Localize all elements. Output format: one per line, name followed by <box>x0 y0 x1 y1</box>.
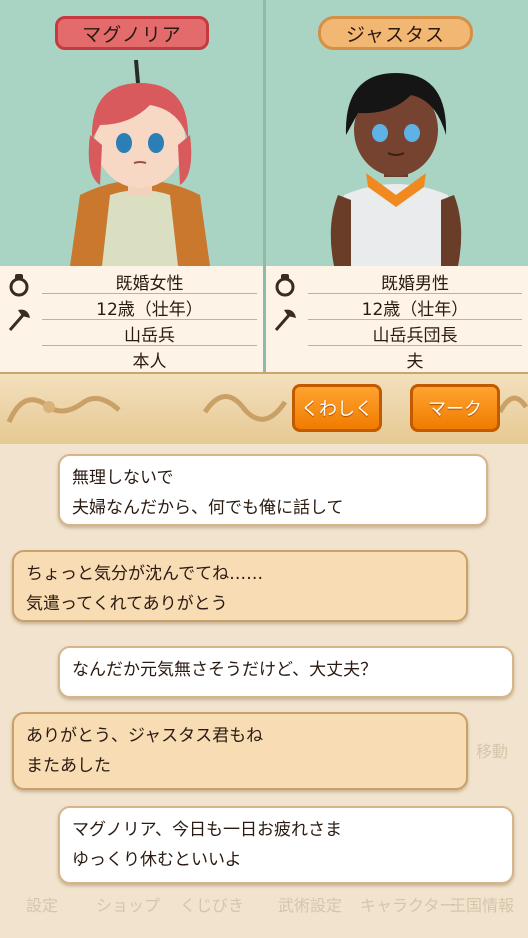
bg-menu-character: キャラクター <box>360 896 456 915</box>
relation: 本人 <box>132 351 167 372</box>
justus-portrait <box>330 73 462 266</box>
message-bubble: マグノリア、今日も一日お疲れさま ゆっくり休むといいよ <box>58 806 514 884</box>
bg-menu-move: 移動 <box>476 742 509 761</box>
message-line: なんだか元気無さそうだけど、大丈夫？ <box>72 660 378 680</box>
info-panel-right: 既婚男性 12歳（壮年） 山岳兵団長 夫 <box>266 266 528 372</box>
occupation: 山岳兵 <box>42 321 257 346</box>
ornament-icon <box>6 395 121 424</box>
axe-icon <box>274 309 296 331</box>
message-bubble: なんだか元気無さそうだけど、大丈夫？ <box>58 646 514 698</box>
bg-menu-kingdom: 王国情報 <box>450 896 515 915</box>
relation: 夫 <box>406 351 424 372</box>
message-bubble: 無理しないで 夫婦なんだから、何でも俺に話して <box>58 454 488 526</box>
conversation-log[interactable]: 設定 ショップ くじびき 武術設定 キャラクター 王国情報 移動 無理しないで … <box>0 444 528 938</box>
name-label-magnolia[interactable]: マグノリア <box>55 16 209 50</box>
message-line: 無理しないで <box>72 468 174 488</box>
marital-status: 既婚男性 <box>308 269 522 294</box>
message-line: ゆっくり休むといいよ <box>72 850 242 870</box>
name-label-justus[interactable]: ジャスタス <box>318 16 473 50</box>
message-bubble: ありがとう、ジャスタス君もね またあした <box>12 712 468 790</box>
bg-menu-lottery: くじびき <box>180 896 245 915</box>
ring-icon <box>9 274 29 297</box>
age: 12歳（壮年） <box>308 295 522 320</box>
axe-icon <box>8 309 30 331</box>
age: 12歳（壮年） <box>42 295 257 320</box>
bg-menu-settings: 設定 <box>26 896 59 915</box>
message-line: ありがとう、ジャスタス君もね <box>26 726 264 746</box>
occupation: 山岳兵団長 <box>308 321 522 346</box>
bg-menu-martial: 武術設定 <box>278 896 343 915</box>
marital-status: 既婚女性 <box>42 269 257 294</box>
mark-button[interactable]: マーク <box>410 384 500 432</box>
message-bubble: ちょっと気分が沈んでてね…… 気遣ってくれてありがとう <box>12 550 468 622</box>
magnolia-portrait <box>70 59 210 266</box>
bg-menu-shop: ショップ <box>96 896 161 915</box>
ring-icon <box>275 274 295 297</box>
message-line: マグノリア、今日も一日お疲れさま <box>72 820 342 840</box>
info-panel-left: 既婚女性 12歳（壮年） 山岳兵 本人 <box>0 266 263 372</box>
ornament-icon <box>498 395 528 414</box>
detail-button[interactable]: くわしく <box>292 384 382 432</box>
message-line: 気遣ってくれてありがとう <box>26 594 228 614</box>
ornament-icon <box>202 394 288 422</box>
message-line: またあした <box>26 756 111 776</box>
message-line: 夫婦なんだから、何でも俺に話して <box>72 498 344 518</box>
message-line: ちょっと気分が沈んでてね…… <box>26 564 264 584</box>
